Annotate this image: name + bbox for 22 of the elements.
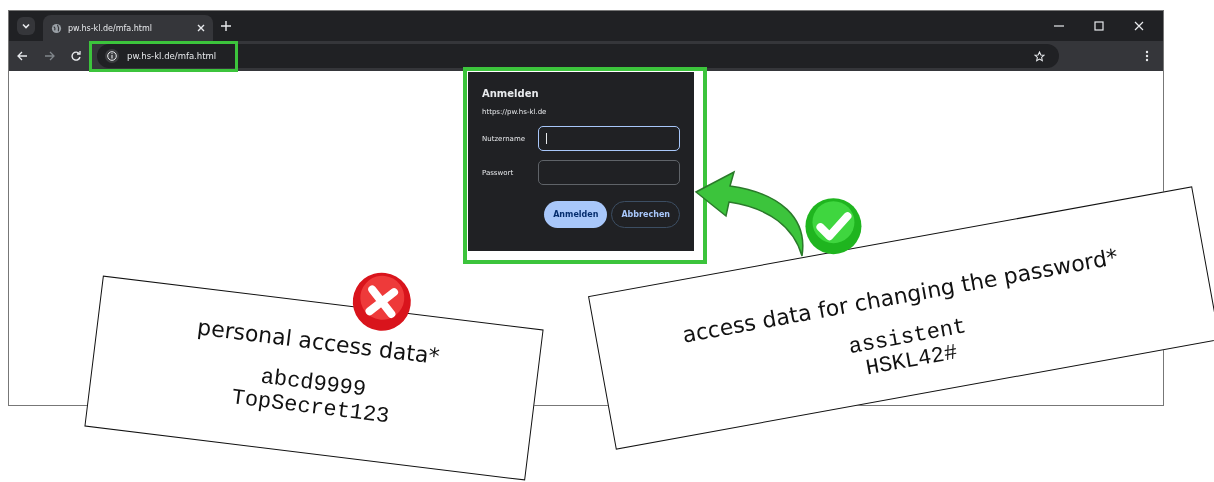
url-text: pw.hs-kl.de/mfa.html <box>127 51 217 61</box>
reload-icon[interactable] <box>71 51 81 61</box>
new-tab-icon[interactable] <box>221 21 231 31</box>
forward-icon[interactable] <box>44 51 55 61</box>
info-icon[interactable] <box>105 49 119 63</box>
star-icon[interactable] <box>1034 50 1045 62</box>
maximize-icon[interactable] <box>1094 21 1104 31</box>
dialog-title: Anmelden <box>482 88 540 99</box>
close-icon[interactable] <box>1134 21 1144 31</box>
globe-icon <box>51 22 62 34</box>
back-icon[interactable] <box>17 51 28 61</box>
tab-search-button[interactable] <box>17 17 35 35</box>
address-bar[interactable]: pw.hs-kl.de/mfa.html <box>97 44 1059 68</box>
input-field[interactable] <box>537 160 680 185</box>
sign-in-button[interactable]: Anmelden <box>544 201 608 228</box>
tab-title: pw.hs-kl.de/mfa.html <box>68 23 153 33</box>
caret-icon <box>21 21 31 31</box>
browser-tab[interactable]: pw.hs-kl.de/mfa.html <box>43 15 213 41</box>
check-icon <box>804 197 863 256</box>
close-tab-icon[interactable] <box>197 24 205 32</box>
menu-icon[interactable] <box>1145 50 1149 62</box>
input-field[interactable] <box>537 126 680 151</box>
